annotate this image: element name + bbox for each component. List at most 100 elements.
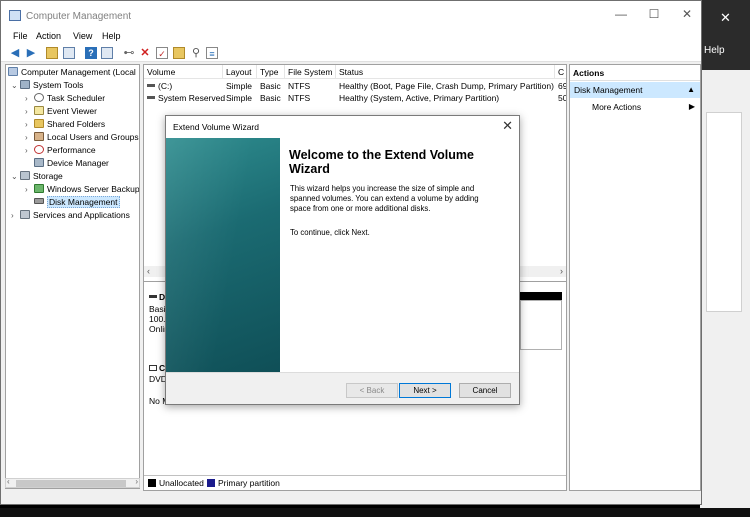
wizard-heading: Welcome to the Extend Volume Wizard: [289, 148, 474, 176]
submenu-arrow-icon: ▶: [688, 102, 695, 111]
actions-more-actions[interactable]: More Actions ▶: [570, 100, 700, 114]
wizard-continue-hint: To continue, click Next.: [290, 228, 370, 237]
cell-capacity: 69: [558, 81, 567, 91]
storage-icon: [20, 171, 30, 180]
table-row[interactable]: (C:) Simple Basic NTFS Healthy (Boot, Pa…: [144, 80, 567, 92]
cell-layout: Simple: [226, 81, 252, 91]
legend-unallocated-label: Unallocated: [159, 478, 204, 488]
chevron-right-icon[interactable]: ›: [25, 144, 34, 157]
tree-item-shared-folders[interactable]: › Shared Folders: [25, 118, 105, 131]
tree-item-disk-management[interactable]: Disk Management: [34, 196, 120, 209]
folder-icon[interactable]: [173, 47, 185, 59]
close-button[interactable]: ✕: [677, 7, 697, 21]
tree-item-local-users[interactable]: › Local Users and Groups: [25, 131, 139, 144]
tree-item-task-scheduler[interactable]: › Task Scheduler: [25, 92, 105, 105]
chevron-right-icon[interactable]: ›: [25, 92, 34, 105]
cancel-button[interactable]: Cancel: [459, 383, 511, 398]
tree-item-device-manager[interactable]: Device Manager: [34, 157, 109, 170]
partition-block[interactable]: [520, 300, 562, 350]
next-button[interactable]: Next >: [399, 383, 451, 398]
scroll-right-icon[interactable]: ›: [135, 477, 138, 486]
cell-layout: Simple: [226, 93, 252, 103]
up-folder-icon[interactable]: [46, 47, 58, 59]
column-volume[interactable]: Volume: [144, 65, 223, 79]
background-close-icon[interactable]: ✕: [720, 10, 731, 26]
partition-legend: Unallocated Primary partition: [144, 475, 566, 490]
shared-folder-icon: [34, 119, 44, 128]
tree-item-windows-server-backup[interactable]: › Windows Server Backup: [25, 183, 139, 196]
actions-disk-management[interactable]: Disk Management ▲: [570, 82, 700, 98]
forward-icon[interactable]: ▶: [25, 47, 37, 59]
partition-header-bar: [520, 292, 562, 300]
legend-primary-swatch: [207, 479, 215, 487]
check-icon[interactable]: ✓: [156, 47, 168, 59]
computer-icon: [8, 67, 18, 76]
chevron-down-icon[interactable]: ⌄: [11, 79, 20, 92]
actions-pane: Actions Disk Management ▲ More Actions ▶: [569, 64, 701, 491]
column-type[interactable]: Type: [257, 65, 285, 79]
chevron-right-icon[interactable]: ›: [25, 183, 34, 196]
scroll-right-icon[interactable]: ›: [560, 266, 563, 276]
wizard-close-button[interactable]: ✕: [502, 118, 513, 134]
background-help-menu[interactable]: Help: [704, 45, 725, 56]
maximize-button[interactable]: ☐: [644, 7, 664, 21]
cell-capacity: 50: [558, 93, 567, 103]
window-title: Computer Management: [26, 11, 132, 22]
table-row[interactable]: System Reserved Simple Basic NTFS Health…: [144, 92, 567, 104]
disk-icon: [34, 198, 44, 204]
volume-icon: [147, 96, 155, 99]
chevron-right-icon[interactable]: ›: [25, 118, 34, 131]
column-layout[interactable]: Layout: [223, 65, 257, 79]
actions-title: Actions: [570, 65, 700, 81]
minimize-button[interactable]: —: [611, 7, 631, 21]
performance-icon: [34, 145, 44, 154]
background-window-titlebar: ✕ Help: [700, 0, 750, 70]
tree-item-system-tools[interactable]: ⌄ System Tools: [11, 79, 83, 92]
connect-icon[interactable]: ⊷: [123, 47, 135, 59]
column-status[interactable]: Status: [336, 65, 555, 79]
tree-item-performance[interactable]: › Performance: [25, 144, 96, 157]
wizard-button-bar: < Back Next > Cancel: [166, 372, 519, 404]
help-icon[interactable]: ?: [85, 47, 97, 59]
tree-horizontal-scrollbar[interactable]: ‹ ›: [5, 477, 140, 488]
wizard-description: This wizard helps you increase the size …: [290, 184, 479, 213]
chevron-right-icon[interactable]: ›: [25, 105, 34, 118]
services-icon: [20, 210, 30, 219]
menu-help[interactable]: Help: [102, 30, 121, 43]
cell-fs: NTFS: [288, 81, 311, 91]
scroll-left-icon[interactable]: ‹: [7, 477, 10, 486]
back-button[interactable]: < Back: [346, 383, 398, 398]
scroll-left-icon[interactable]: ‹: [147, 266, 150, 276]
column-file-system[interactable]: File System: [285, 65, 336, 79]
disk-icon: [149, 295, 157, 298]
cell-type: Basic: [260, 81, 281, 91]
collapse-up-icon[interactable]: ▲: [687, 82, 695, 98]
taskbar: [0, 508, 750, 517]
properties-icon[interactable]: [101, 47, 113, 59]
cell-fs: NTFS: [288, 93, 311, 103]
menu-view[interactable]: View: [73, 30, 92, 43]
menu-action[interactable]: Action: [36, 30, 61, 43]
chevron-right-icon[interactable]: ›: [11, 209, 20, 222]
tree-item-services[interactable]: › Services and Applications: [11, 209, 130, 222]
cdrom-name: C: [149, 363, 165, 373]
tree-item-storage[interactable]: ⌄ Storage: [11, 170, 63, 183]
tree-item-event-viewer[interactable]: › Event Viewer: [25, 105, 97, 118]
wizard-side-banner: [166, 138, 280, 372]
menu-file[interactable]: File: [13, 30, 28, 43]
navigation-tree: Computer Management (Local ⌄ System Tools…: [5, 64, 140, 489]
refresh-icon[interactable]: ≡: [206, 47, 218, 59]
tree-item-root[interactable]: Computer Management (Local: [8, 66, 136, 79]
chevron-down-icon[interactable]: ⌄: [11, 170, 20, 183]
computer-management-icon: [9, 10, 21, 21]
scroll-thumb[interactable]: [16, 480, 126, 487]
back-icon[interactable]: ◀: [9, 47, 21, 59]
search-icon[interactable]: ⚲: [190, 47, 202, 59]
column-capacity[interactable]: C: [555, 65, 566, 79]
delete-icon[interactable]: ✕: [139, 47, 151, 59]
show-hide-tree-icon[interactable]: [63, 47, 75, 59]
extend-volume-wizard-dialog: Extend Volume Wizard ✕ Welcome to the Ex…: [165, 115, 520, 405]
wizard-title: Extend Volume Wizard: [173, 122, 259, 132]
cell-status: Healthy (System, Active, Primary Partiti…: [339, 93, 500, 103]
chevron-right-icon[interactable]: ›: [25, 131, 34, 144]
